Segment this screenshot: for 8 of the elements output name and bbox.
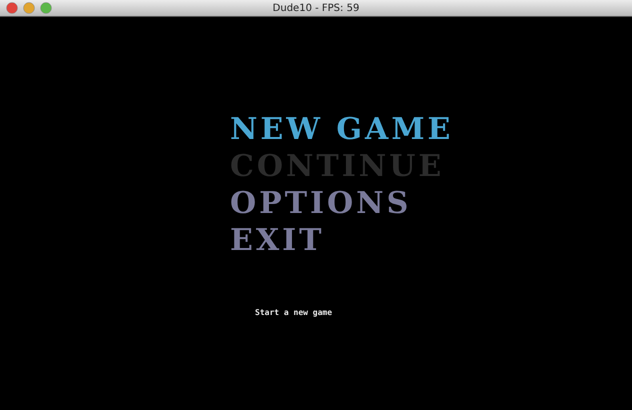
menu-item[interactable]: EXIT — [230, 224, 324, 257]
window-control-icon[interactable] — [40, 2, 52, 14]
window-control-icon[interactable] — [23, 2, 35, 14]
window-control-icon[interactable] — [6, 2, 18, 14]
menu-item[interactable]: NEW GAME — [230, 113, 454, 146]
hint-text: Start a new game — [255, 308, 334, 317]
window-title: Dude10 - FPS: 59 — [272, 2, 360, 14]
menu-item[interactable]: OPTIONS — [230, 187, 412, 220]
